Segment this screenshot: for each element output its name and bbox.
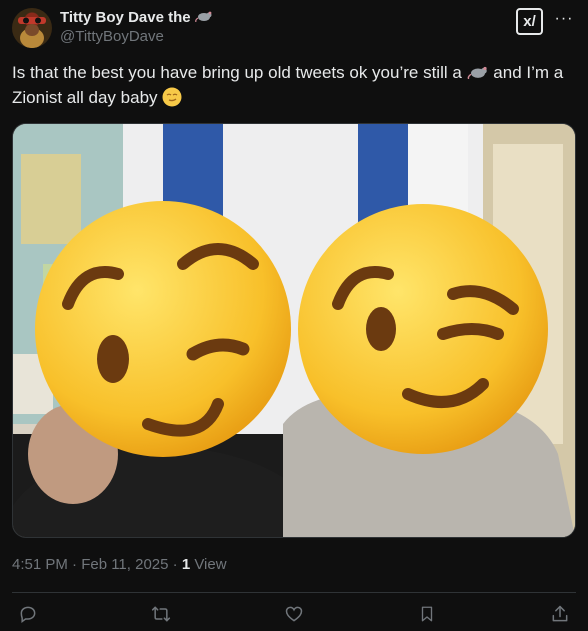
more-options-button[interactable]: ··· xyxy=(552,10,576,30)
share-button[interactable] xyxy=(546,600,574,628)
like-button[interactable] xyxy=(280,600,308,628)
grok-button[interactable]: x/ xyxy=(516,8,543,35)
smirk-face-icon xyxy=(162,87,182,107)
display-name[interactable]: Titty Boy Dave the xyxy=(60,9,213,26)
bookmark-icon xyxy=(421,606,433,622)
rat-icon xyxy=(194,9,213,26)
winking-face-right xyxy=(298,204,548,454)
display-name-text: Titty Boy Dave the xyxy=(60,9,191,26)
handle[interactable]: @TittyBoyDave xyxy=(60,28,213,45)
more-icon: ··· xyxy=(554,10,574,27)
tweet-text-part1: Is that the best you have bring up old t… xyxy=(12,63,462,82)
tweet-meta: 4:51 PM · Feb 11, 2025 · 1 View xyxy=(12,556,227,573)
views-count: 1 xyxy=(181,556,191,573)
retweet-icon xyxy=(151,606,171,622)
bookmark-button[interactable] xyxy=(413,600,441,628)
tweet-header: Titty Boy Dave the @TittyBoyDave x/ ··· xyxy=(12,6,576,50)
divider xyxy=(12,592,576,593)
views-label: View xyxy=(190,556,227,573)
winking-face-left xyxy=(35,201,291,457)
timestamp[interactable]: 4:51 PM · Feb 11, 2025 · xyxy=(12,556,182,573)
reply-icon xyxy=(20,606,36,623)
tweet-text: Is that the best you have bring up old t… xyxy=(12,60,578,110)
reply-button[interactable] xyxy=(14,600,42,628)
tweet-photo[interactable] xyxy=(12,123,576,538)
author-names: Titty Boy Dave the @TittyBoyDave xyxy=(60,9,213,45)
grok-icon: x/ xyxy=(523,13,536,30)
like-icon xyxy=(285,606,303,622)
photo-image xyxy=(13,124,575,537)
share-icon xyxy=(552,605,568,622)
action-bar xyxy=(12,600,576,630)
avatar[interactable] xyxy=(12,8,52,48)
retweet-button[interactable] xyxy=(147,600,175,628)
rat-icon xyxy=(467,63,494,82)
